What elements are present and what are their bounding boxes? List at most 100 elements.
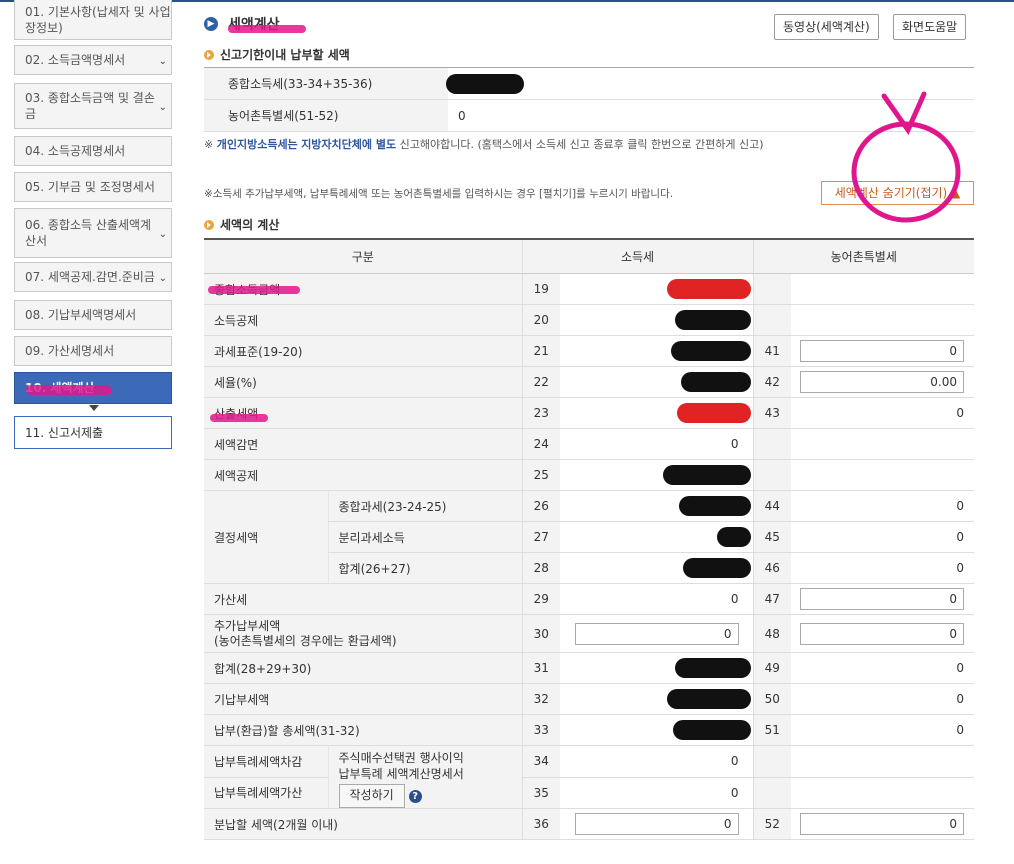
table-row: 기납부세액 32 50 0 (204, 683, 974, 715)
bullet-icon (204, 219, 214, 230)
table-row: 종합소득금액 19 (204, 273, 974, 305)
row-number: 31 (521, 652, 561, 684)
row-number-2: 45 (752, 521, 792, 553)
table-row: 납부특례세액가산 35 0 (204, 777, 974, 809)
sidebar-item-label: 08. 기납부세액명세서 (25, 308, 137, 322)
row-number: 32 (521, 683, 561, 715)
sidebar-item-submit[interactable]: 11. 신고서제출 (14, 416, 172, 449)
row-value (560, 304, 754, 336)
special-label-1: 주식매수선택권 행사이익 (338, 751, 464, 765)
row-label: 세액공제 (204, 459, 523, 491)
rural-tax-rate-input[interactable]: 0.00 (800, 371, 964, 393)
note-blue: 지방자치단체에 별도 (301, 138, 397, 151)
table-row: 합계(28+29+30) 31 49 0 (204, 652, 974, 684)
row-value: 0 (560, 428, 754, 460)
row-number: 35 (521, 777, 561, 809)
row-number: 28 (521, 552, 561, 584)
table-row: 과세표준(19-20) 21 41 0 (204, 335, 974, 367)
sidebar-item-label: 03. 종합소득금액 및 결손금 (25, 91, 155, 121)
section-title-text: 신고기한이내 납부할 세액 (220, 48, 350, 62)
row-value (560, 335, 754, 367)
sidebar-item-label: 02. 소득금액명세서 (25, 53, 126, 67)
row-number: 36 (521, 808, 561, 840)
sidebar-item-prepaid[interactable]: 08. 기납부세액명세서 (14, 300, 172, 330)
sidebar-item-calculated-tax[interactable]: 06. 종합소득 산출세액계산서 ⌄ (14, 208, 172, 258)
row-number-2: 43 (752, 397, 792, 429)
row-value-2: 0 (791, 683, 974, 715)
row-value-2: 0 (791, 583, 974, 615)
row-number-2 (752, 777, 792, 809)
row-number-2: 52 (752, 808, 792, 840)
write-statement-button[interactable]: 작성하기 (338, 784, 405, 808)
sidebar-item-credit[interactable]: 07. 세액공제.감면.준비금 ⌄ (14, 262, 172, 292)
section-title-text: 세액의 계산 (220, 218, 280, 232)
arrow-right-circle-icon: ▶ (204, 17, 218, 31)
row-number-2: 47 (752, 583, 792, 615)
row-label: 산출세액 (204, 397, 523, 429)
row-value (560, 683, 754, 715)
note-prefix: ※ (204, 138, 214, 151)
sidebar-item-donation[interactable]: 05. 기부금 및 조정명세서 (14, 172, 172, 202)
help-icon[interactable]: ? (408, 790, 422, 803)
row-label: 납부특례세액차감 (204, 745, 328, 778)
installment-input[interactable]: 0 (574, 813, 739, 835)
sidebar-item-basic-info[interactable]: 01. 기본사항(납세자 및 사업장정보) (14, 0, 172, 40)
row-label: 과세표준(19-20) (204, 335, 523, 367)
chevron-down-icon[interactable]: ⌄ (159, 54, 167, 70)
help-button[interactable]: 화면도움말 (893, 14, 967, 40)
row-value-2: 0 (791, 614, 974, 653)
sidebar-item-label: 11. 신고서제출 (25, 425, 104, 440)
row-number-2 (752, 428, 792, 460)
sidebar-item-label: 07. 세액공제.감면.준비금 (25, 270, 155, 284)
row-number: 34 (521, 745, 561, 778)
row-label-line2: (농어촌특별세의 경우에는 환급세액) (214, 633, 397, 648)
video-button[interactable]: 동영상(세액계산) (774, 14, 879, 40)
row-label: 합계(28+29+30) (204, 652, 523, 684)
chevron-down-icon[interactable]: ⌄ (159, 100, 167, 116)
redacted-mark (682, 558, 751, 578)
redacted-mark (446, 73, 524, 94)
redacted-mark (666, 689, 751, 709)
row-value-2: 0 (791, 521, 974, 553)
sidebar-item-deduction[interactable]: 04. 소득공제명세서 (14, 136, 172, 166)
row-sub-label: 합계(26+27) (327, 552, 523, 584)
rural-installment-input[interactable]: 0 (800, 813, 964, 835)
row-label: 가산세 (204, 583, 523, 615)
sidebar-item-penalty[interactable]: 09. 가산세명세서 (14, 336, 172, 366)
rural-tax-base-input[interactable]: 0 (800, 340, 964, 362)
sidebar-item-income-statement[interactable]: 02. 소득금액명세서 ⌄ (14, 45, 172, 75)
chevron-down-icon[interactable]: ⌄ (159, 227, 167, 243)
row-number: 22 (521, 366, 561, 398)
row-label: 세액감면 (204, 428, 523, 460)
chevron-down-icon[interactable]: ⌄ (159, 271, 167, 287)
table-row: 분납할 세액(2개월 이내) 36 0 52 0 (204, 808, 974, 840)
row-value: 0 (560, 583, 754, 615)
row-group-label: 결정세액 (204, 490, 328, 584)
row-number: 23 (521, 397, 561, 429)
deadline-section-title: 신고기한이내 납부할 세액 (204, 46, 350, 63)
redacted-mark (674, 310, 751, 330)
row-label: 종합소득세(33-34+35-36) (204, 67, 448, 100)
row-value: 0 (560, 745, 754, 778)
row-number-2: 41 (752, 335, 792, 367)
row-value-2 (791, 777, 974, 809)
table-row: 추가납부세액 (농어촌특별세의 경우에는 환급세액) 30 0 48 0 (204, 614, 974, 653)
sidebar-item-total-income[interactable]: 03. 종합소득금액 및 결손금 ⌄ (14, 83, 172, 129)
additional-payment-input[interactable]: 0 (574, 622, 739, 645)
row-number: 26 (521, 490, 561, 522)
row-value-2: 0 (791, 808, 974, 840)
sidebar-item-label: 04. 소득공제명세서 (25, 144, 126, 158)
row-number-2: 49 (752, 652, 792, 684)
row-value: 0 (560, 614, 754, 653)
local-tax-note: ※ 개인지방소득세는 지방자치단체에 별도 신고해야합니다. (홈택스에서 소득… (204, 136, 764, 152)
row-number-2 (752, 745, 792, 778)
row-sub-label: 종합과세(23-24-25) (327, 490, 523, 522)
annotation-circle (851, 91, 961, 223)
rural-refund-input[interactable]: 0 (800, 622, 964, 645)
row-number-2 (752, 459, 792, 491)
rural-penalty-input[interactable]: 0 (800, 588, 964, 610)
row-number-2: 42 (752, 366, 792, 398)
redacted-mark (678, 496, 751, 516)
row-value-2 (791, 428, 974, 460)
row-value (560, 366, 754, 398)
